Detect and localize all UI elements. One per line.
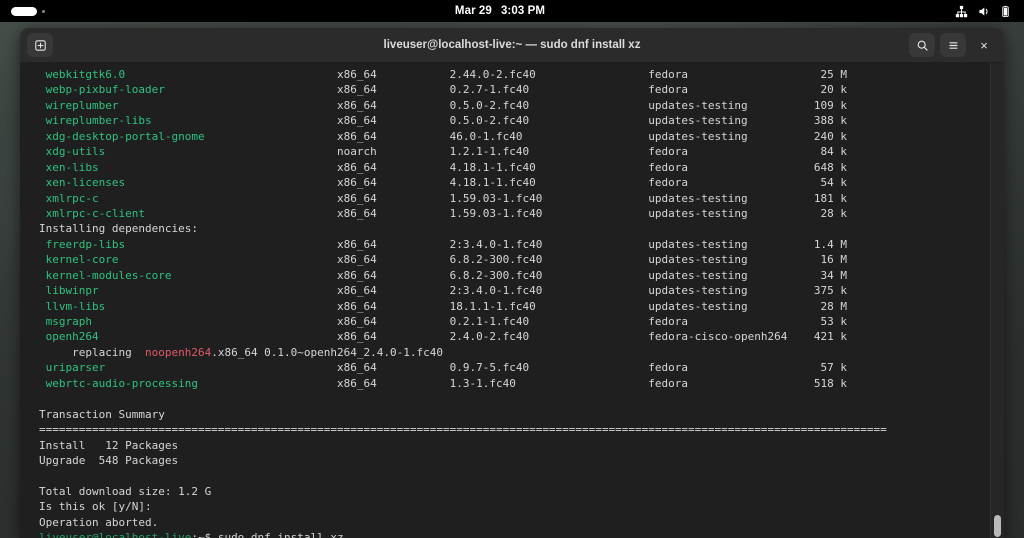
network-wired-icon <box>955 5 968 18</box>
close-icon: × <box>980 39 988 52</box>
window-controls: × <box>909 33 997 57</box>
terminal-line: msgraph x86_64 0.2.1-1.fc40 fedora 53 k <box>39 314 990 329</box>
terminal-line: Install 12 Packages <box>39 438 990 453</box>
terminal-body[interactable]: webkitgtk6.0 x86_64 2.44.0-2.fc40 fedora… <box>20 63 1004 538</box>
window-titlebar[interactable]: liveuser@localhost-live:~ — sudo dnf ins… <box>20 28 1004 63</box>
new-tab-button[interactable] <box>27 33 53 57</box>
terminal-line <box>39 468 990 483</box>
terminal-line: Transaction Summary <box>39 407 990 422</box>
activities-pill-icon <box>11 7 37 16</box>
terminal-line: Operation aborted. <box>39 515 990 530</box>
close-button[interactable]: × <box>971 33 997 57</box>
clock-button[interactable]: Mar 29 3:03 PM <box>45 5 955 17</box>
topbar-date: Mar 29 <box>455 5 492 17</box>
terminal-scrollbar-thumb[interactable] <box>994 515 1001 537</box>
terminal-line: Upgrade 548 Packages <box>39 453 990 468</box>
desktop: Mar 29 3:03 PM <box>0 0 1024 538</box>
terminal-line: wireplumber-libs x86_64 0.5.0-2.fc40 upd… <box>39 113 990 128</box>
terminal-line: kernel-core x86_64 6.8.2-300.fc40 update… <box>39 252 990 267</box>
volume-icon <box>977 5 990 18</box>
activities-button[interactable] <box>0 7 45 16</box>
terminal-output: webkitgtk6.0 x86_64 2.44.0-2.fc40 fedora… <box>39 67 990 538</box>
terminal-line: webp-pixbuf-loader x86_64 0.2.7-1.fc40 f… <box>39 82 990 97</box>
terminal-line: Is this ok [y/N]: <box>39 499 990 514</box>
terminal-line: xmlrpc-c-client x86_64 1.59.03-1.fc40 up… <box>39 206 990 221</box>
terminal-line: replacing noopenh264.x86_64 0.1.0~openh2… <box>39 345 990 360</box>
terminal-line: Total download size: 1.2 G <box>39 484 990 499</box>
terminal-window: liveuser@localhost-live:~ — sudo dnf ins… <box>20 28 1004 538</box>
terminal-line: xen-libs x86_64 4.18.1-1.fc40 fedora 648… <box>39 160 990 175</box>
terminal-scrollbar[interactable] <box>990 63 1004 538</box>
battery-icon <box>999 5 1012 18</box>
terminal-line <box>39 391 990 406</box>
hamburger-menu-button[interactable] <box>940 33 966 57</box>
terminal-line: kernel-modules-core x86_64 6.8.2-300.fc4… <box>39 268 990 283</box>
terminal-line: xdg-desktop-portal-gnome x86_64 46.0-1.f… <box>39 129 990 144</box>
terminal-line: liveuser@localhost-live:~$ sudo dnf inst… <box>39 530 990 538</box>
terminal-line: webkitgtk6.0 x86_64 2.44.0-2.fc40 fedora… <box>39 67 990 82</box>
gnome-top-bar: Mar 29 3:03 PM <box>0 0 1024 22</box>
terminal-line: Installing dependencies: <box>39 221 990 236</box>
terminal-line: wireplumber x86_64 0.5.0-2.fc40 updates-… <box>39 98 990 113</box>
terminal-line: freerdp-libs x86_64 2:3.4.0-1.fc40 updat… <box>39 237 990 252</box>
terminal-line: xen-licenses x86_64 4.18.1-1.fc40 fedora… <box>39 175 990 190</box>
terminal-line: llvm-libs x86_64 18.1.1-1.fc40 updates-t… <box>39 299 990 314</box>
terminal-line: openh264 x86_64 2.4.0-2.fc40 fedora-cisc… <box>39 329 990 344</box>
topbar-time: 3:03 PM <box>501 5 545 17</box>
terminal-line: libwinpr x86_64 2:3.4.0-1.fc40 updates-t… <box>39 283 990 298</box>
terminal-line: xdg-utils noarch 1.2.1-1.fc40 fedora 84 … <box>39 144 990 159</box>
terminal-line: webrtc-audio-processing x86_64 1.3-1.fc4… <box>39 376 990 391</box>
terminal-line: xmlrpc-c x86_64 1.59.03-1.fc40 updates-t… <box>39 191 990 206</box>
terminal-line: uriparser x86_64 0.9.7-5.fc40 fedora 57 … <box>39 360 990 375</box>
window-title: liveuser@localhost-live:~ — sudo dnf ins… <box>20 39 1004 51</box>
search-button[interactable] <box>909 33 935 57</box>
terminal-line: ========================================… <box>39 422 990 437</box>
system-status-area[interactable] <box>955 5 1024 18</box>
